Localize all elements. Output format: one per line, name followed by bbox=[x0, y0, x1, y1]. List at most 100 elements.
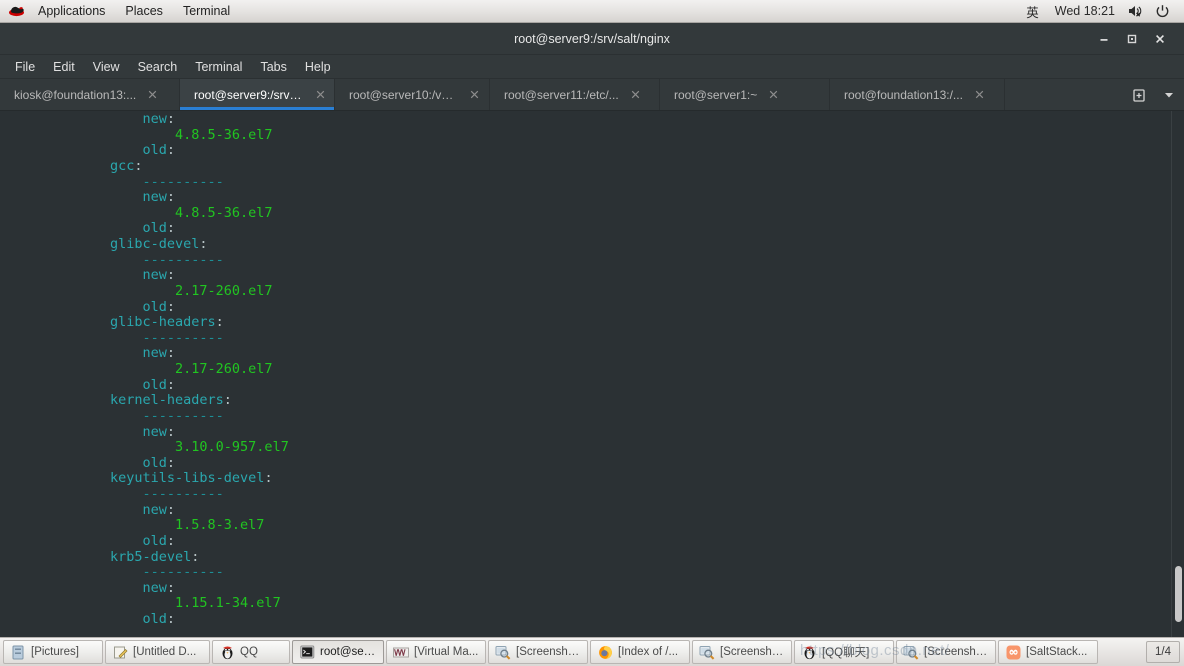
terminal-value: 4.8.5-36.el7 bbox=[175, 204, 273, 221]
terminal-line: 1.5.8-3.el7 bbox=[0, 517, 289, 534]
taskbar-item-label: [Screensho... bbox=[516, 646, 581, 658]
gnome-top-panel: Applications Places Terminal 英 Wed 18:21 bbox=[0, 0, 1184, 23]
virtual-machine-icon bbox=[393, 644, 409, 660]
taskbar-item-8[interactable]: [QQ聊天] bbox=[794, 640, 894, 664]
tab-close-icon[interactable] bbox=[767, 88, 780, 101]
taskbar-item-0[interactable]: [Pictures] bbox=[3, 640, 103, 664]
menu-terminal[interactable]: Terminal bbox=[186, 55, 251, 78]
menu-tabs[interactable]: Tabs bbox=[251, 55, 295, 78]
terminal-tab-0[interactable]: kiosk@foundation13:... bbox=[0, 79, 180, 110]
taskbar-item-6[interactable]: [Index of /... bbox=[590, 640, 690, 664]
tab-label: root@server9:/srv/sal... bbox=[194, 87, 304, 102]
taskbar-item-label: QQ bbox=[240, 646, 258, 658]
terminal-colon: : bbox=[166, 142, 176, 159]
panel-menu-places[interactable]: Places bbox=[115, 0, 173, 22]
terminal-text: new: 4.8.5-36.el7 old: gcc: ---------- new: 4.… bbox=[0, 111, 289, 628]
terminal-line: new: bbox=[0, 346, 289, 362]
terminal-line: old: bbox=[0, 376, 289, 394]
terminal-output-area[interactable]: new: 4.8.5-36.el7 old: gcc: ---------- new: 4.… bbox=[0, 111, 1184, 637]
terminal-line: ---------- bbox=[0, 564, 289, 581]
menu-view[interactable]: View bbox=[84, 55, 129, 78]
tab-close-icon[interactable] bbox=[629, 88, 642, 101]
tab-close-icon[interactable] bbox=[314, 88, 326, 101]
terminal-tab-3[interactable]: root@server11:/etc/... bbox=[490, 79, 660, 110]
taskbar-item-3[interactable]: root@serv... bbox=[292, 640, 384, 664]
terminal-key: new bbox=[142, 111, 167, 127]
power-icon[interactable] bbox=[1149, 4, 1176, 19]
taskbar-item-9[interactable]: [Screensho... bbox=[896, 640, 996, 664]
menu-file[interactable]: File bbox=[6, 55, 44, 78]
new-tab-icon[interactable] bbox=[1124, 79, 1154, 110]
terminal-line: kernel-headers: bbox=[0, 392, 289, 409]
terminal-key: old bbox=[142, 611, 167, 627]
taskbar-item-7[interactable]: [Screensho... bbox=[692, 640, 792, 664]
saltstack-icon bbox=[1005, 644, 1021, 660]
terminal-tab-4[interactable]: root@server1:~ bbox=[660, 79, 830, 110]
terminal-colon: : bbox=[199, 236, 208, 252]
panel-menu-applications[interactable]: Applications bbox=[28, 0, 115, 22]
terminal-separator: ---------- bbox=[142, 486, 224, 502]
taskbar-item-2[interactable]: QQ bbox=[212, 640, 290, 664]
chevron-down-icon[interactable] bbox=[1154, 79, 1184, 110]
terminal-tab-5[interactable]: root@foundation13:/... bbox=[830, 79, 1005, 110]
terminal-key: old bbox=[142, 376, 167, 393]
terminal-line: ---------- bbox=[0, 173, 289, 191]
terminal-colon: : bbox=[166, 298, 176, 315]
tab-label: root@server11:/etc/... bbox=[504, 87, 619, 102]
terminal-tabbar: kiosk@foundation13:... root@server9:/srv/… bbox=[0, 79, 1184, 111]
taskbar-item-4[interactable]: [Virtual Ma... bbox=[386, 640, 486, 664]
terminal-menubar: File Edit View Search Terminal Tabs Help bbox=[0, 55, 1184, 79]
terminal-colon: : bbox=[166, 267, 176, 284]
tab-close-icon[interactable] bbox=[973, 88, 986, 101]
terminal-colon: : bbox=[166, 611, 176, 627]
menu-search[interactable]: Search bbox=[129, 55, 187, 78]
speaker-muted-icon[interactable] bbox=[1121, 4, 1149, 18]
terminal-key: old bbox=[142, 532, 167, 549]
tab-label: root@server1:~ bbox=[674, 87, 758, 102]
tab-close-icon[interactable] bbox=[146, 88, 159, 101]
terminal-colon: : bbox=[166, 501, 176, 518]
terminal-line: krb5-devel: bbox=[0, 549, 289, 566]
terminal-colon: : bbox=[166, 376, 176, 393]
taskbar-item-label: [Pictures] bbox=[31, 646, 79, 658]
terminal-separator: ---------- bbox=[142, 564, 224, 581]
tab-close-icon[interactable] bbox=[469, 88, 481, 101]
terminal-colon: : bbox=[223, 392, 232, 409]
workspace-pager[interactable]: 1/4 bbox=[1146, 641, 1180, 663]
input-method-indicator[interactable]: 英 bbox=[1016, 2, 1049, 21]
menu-edit[interactable]: Edit bbox=[44, 55, 84, 78]
terminal-separator: ---------- bbox=[142, 173, 224, 190]
taskbar-item-10[interactable]: [SaltStack... bbox=[998, 640, 1098, 664]
terminal-value: 4.8.5-36.el7 bbox=[175, 126, 273, 143]
terminal-scrollbar[interactable] bbox=[1171, 111, 1184, 637]
minimize-button[interactable] bbox=[1090, 25, 1118, 53]
terminal-line: new: bbox=[0, 189, 289, 206]
window-titlebar[interactable]: root@server9:/srv/salt/nginx bbox=[0, 23, 1184, 55]
taskbar-item-label: [QQ聊天] bbox=[822, 647, 870, 659]
panel-menu-terminal[interactable]: Terminal bbox=[173, 0, 240, 22]
terminal-key: keyutils-libs-devel bbox=[110, 470, 265, 487]
terminal-tab-2[interactable]: root@server10:/var/... bbox=[335, 79, 490, 110]
taskbar-item-5[interactable]: [Screensho... bbox=[488, 640, 588, 664]
file-cabinet-icon bbox=[10, 644, 26, 660]
terminal-key: new bbox=[142, 189, 167, 206]
terminal-key: glibc-headers bbox=[110, 314, 216, 331]
taskbar-item-1[interactable]: [Untitled D... bbox=[105, 640, 210, 664]
panel-left-group: Applications Places Terminal bbox=[0, 0, 240, 22]
clock[interactable]: Wed 18:21 bbox=[1049, 4, 1121, 18]
menu-help[interactable]: Help bbox=[296, 55, 340, 78]
screenshot-icon bbox=[495, 644, 511, 660]
close-button[interactable] bbox=[1146, 25, 1174, 53]
terminal-line: 1.15.1-34.el7 bbox=[0, 596, 289, 612]
terminal-line: old: bbox=[0, 532, 289, 550]
terminal-line: ---------- bbox=[0, 252, 289, 269]
redhat-logo-icon[interactable] bbox=[0, 4, 28, 18]
maximize-button[interactable] bbox=[1118, 25, 1146, 53]
terminal-line: ---------- bbox=[0, 486, 289, 503]
terminal-key: new bbox=[142, 345, 167, 362]
scrollbar-thumb[interactable] bbox=[1175, 566, 1182, 622]
terminal-key: old bbox=[142, 454, 167, 471]
terminal-tab-1[interactable]: root@server9:/srv/sal... bbox=[180, 79, 335, 110]
terminal-key: new bbox=[142, 267, 167, 284]
terminal-line: old: bbox=[0, 221, 289, 237]
